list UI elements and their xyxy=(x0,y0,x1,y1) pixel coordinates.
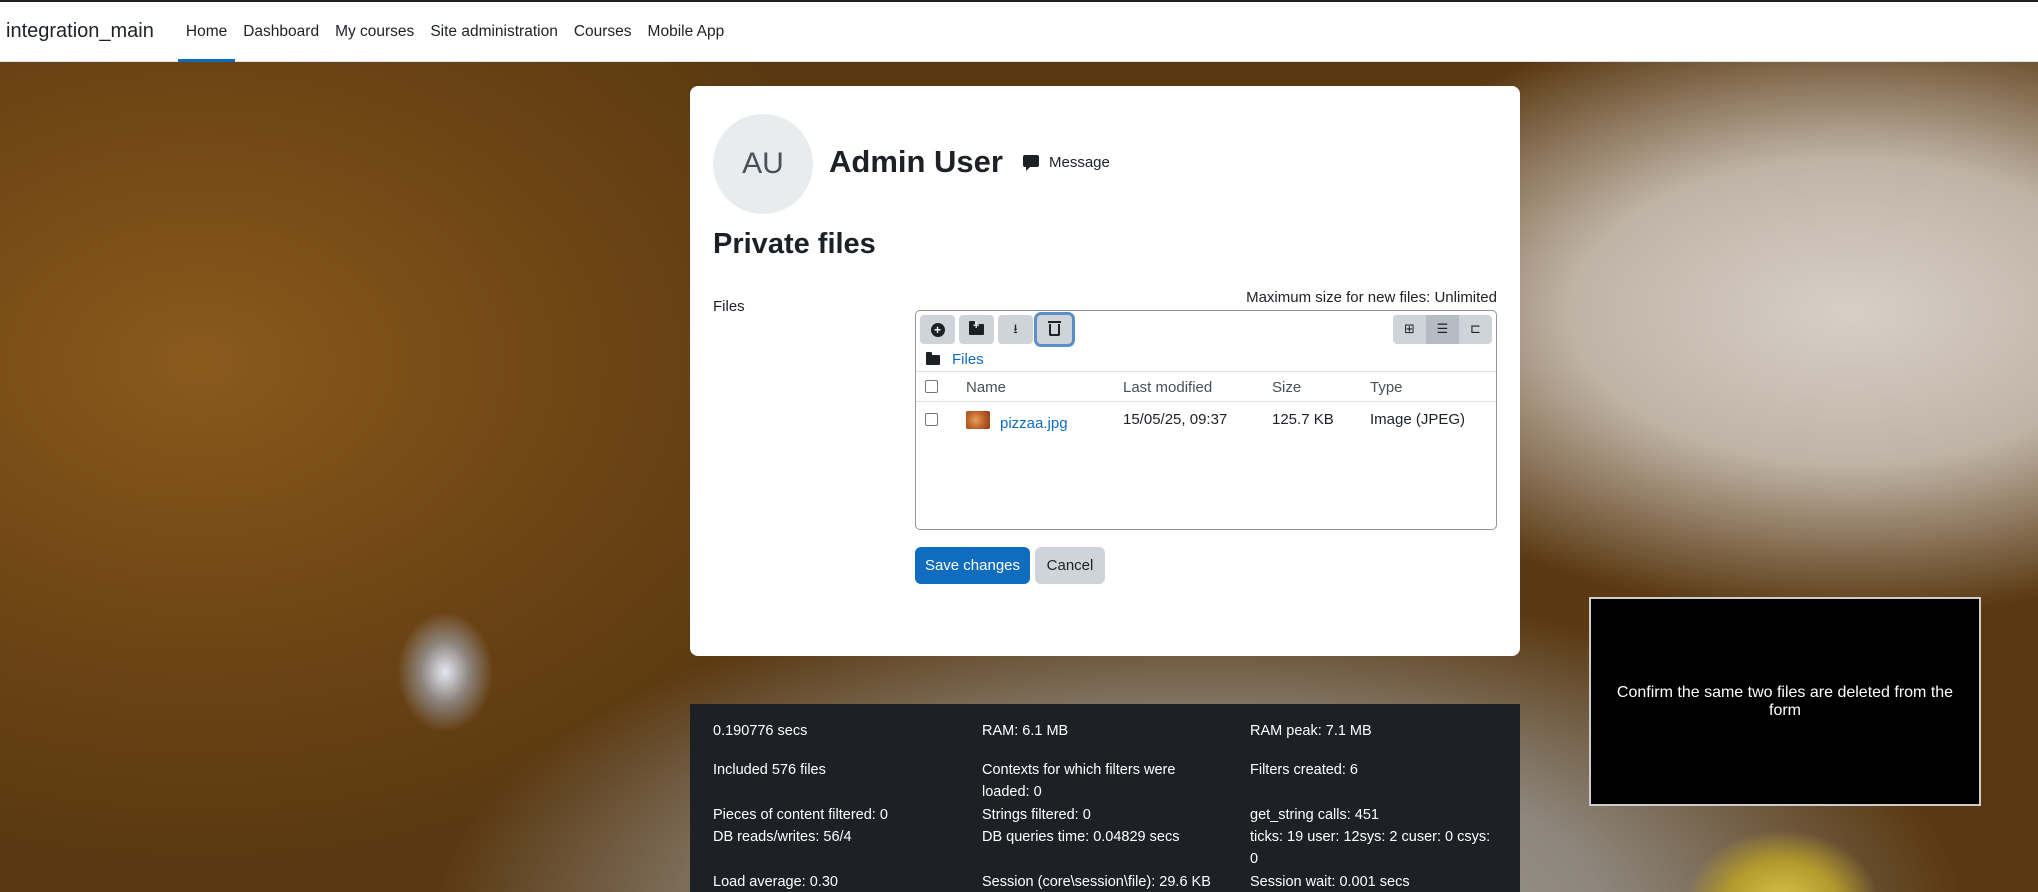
file-table-header: Name Last modified Size Type xyxy=(916,371,1496,402)
cancel-button[interactable]: Cancel xyxy=(1035,547,1105,584)
perf-filters-created: Filters created: 6 xyxy=(1250,762,1358,778)
nav-site-administration[interactable]: Site administration xyxy=(422,2,566,62)
page-title: Private files xyxy=(713,228,876,260)
grid-icon: ⊞ xyxy=(1404,322,1415,337)
perf-ram-peak: RAM peak: 7.1 MB xyxy=(1250,723,1372,739)
perf-included-files: Included 576 files xyxy=(713,762,826,778)
user-name: Admin User xyxy=(829,144,1003,179)
row-checkbox[interactable] xyxy=(925,413,938,426)
perf-session-wait: Session wait: 0.001 secs xyxy=(1250,874,1410,890)
main-card: AU Admin User Message Private files File… xyxy=(690,86,1520,656)
view-details-button[interactable]: ☰ xyxy=(1426,315,1459,344)
perf-ticks-line1: ticks: 19 user: 12sys: 2 cuser: 0 csys: xyxy=(1250,829,1491,845)
perf-ram: RAM: 6.1 MB xyxy=(982,723,1069,739)
files-label: Files xyxy=(713,298,745,315)
folder-icon xyxy=(926,351,940,365)
max-size-note: Maximum size for new files: Unlimited xyxy=(1246,289,1497,306)
select-all-checkbox[interactable] xyxy=(925,380,938,393)
create-folder-button[interactable] xyxy=(959,315,994,344)
file-type: Image (JPEG) xyxy=(1370,411,1466,428)
instruction-overlay: Confirm the same two files are deleted f… xyxy=(1589,597,1981,806)
perf-db-rw: DB reads/writes: 56/4 xyxy=(713,829,852,845)
download-icon: ⭳ xyxy=(1013,322,1018,337)
file-modified: 15/05/25, 09:37 xyxy=(1123,411,1228,428)
file-manager-toolbar: + ⭳ xyxy=(920,315,1072,344)
perf-contexts-line1: Contexts for which filters were xyxy=(982,762,1176,778)
message-button[interactable]: Message xyxy=(1023,154,1110,171)
performance-info: 0.190776 secs RAM: 6.1 MB RAM peak: 7.1 … xyxy=(690,704,1520,892)
perf-session: Session (core\session\file): 29.6 KB xyxy=(982,874,1211,890)
message-icon xyxy=(1023,154,1039,171)
image-thumbnail[interactable] xyxy=(966,411,990,429)
avatar[interactable]: AU xyxy=(713,114,813,214)
perf-load-average: Load average: 0.30 xyxy=(713,874,838,890)
nav-courses[interactable]: Courses xyxy=(566,2,640,62)
table-row[interactable]: pizzaa.jpg 15/05/25, 09:37 125.7 KB Imag… xyxy=(916,403,1496,443)
save-changes-button[interactable]: Save changes xyxy=(915,547,1030,584)
tree-icon: ⊏ xyxy=(1470,322,1481,337)
navbar: integration_main Home Dashboard My cours… xyxy=(0,2,2038,62)
view-icons-button[interactable]: ⊞ xyxy=(1393,315,1426,344)
add-icon: + xyxy=(930,322,945,337)
perf-strings-filtered: Strings filtered: 0 xyxy=(982,807,1091,823)
nav-my-courses[interactable]: My courses xyxy=(327,2,422,62)
list-icon: ☰ xyxy=(1436,322,1449,337)
nav-mobile-app[interactable]: Mobile App xyxy=(640,2,733,62)
message-label: Message xyxy=(1049,154,1110,171)
view-toggle-group: ⊞ ☰ ⊏ xyxy=(1393,315,1492,344)
file-name-link[interactable]: pizzaa.jpg xyxy=(1000,415,1068,432)
breadcrumb: Files xyxy=(926,351,984,368)
perf-content-filtered: Pieces of content filtered: 0 xyxy=(713,807,888,823)
nav-dashboard[interactable]: Dashboard xyxy=(235,2,327,62)
perf-contexts-line2: loaded: 0 xyxy=(982,784,1042,800)
nav-home[interactable]: Home xyxy=(177,2,236,62)
col-type[interactable]: Type xyxy=(1370,379,1403,396)
perf-ticks-line2: 0 xyxy=(1250,851,1259,867)
col-size[interactable]: Size xyxy=(1272,379,1301,396)
trash-icon xyxy=(1048,320,1061,336)
col-name[interactable]: Name xyxy=(966,379,1006,396)
perf-db-time: DB queries time: 0.04829 secs xyxy=(982,829,1180,845)
add-file-button[interactable]: + xyxy=(920,315,955,344)
col-modified[interactable]: Last modified xyxy=(1123,379,1212,396)
delete-button[interactable] xyxy=(1037,315,1072,344)
site-brand[interactable]: integration_main xyxy=(6,20,154,43)
view-tree-button[interactable]: ⊏ xyxy=(1459,315,1492,344)
file-size: 125.7 KB xyxy=(1272,411,1334,428)
path-files-link[interactable]: Files xyxy=(952,351,984,368)
overlay-text: Confirm the same two files are deleted f… xyxy=(1616,683,1954,719)
file-manager: + ⭳ ⊞ ☰ ⊏ Files xyxy=(915,310,1497,530)
folder-plus-icon xyxy=(969,320,984,335)
perf-get-string: get_string calls: 451 xyxy=(1250,807,1379,823)
perf-time: 0.190776 secs xyxy=(713,723,808,739)
download-button[interactable]: ⭳ xyxy=(998,315,1033,344)
